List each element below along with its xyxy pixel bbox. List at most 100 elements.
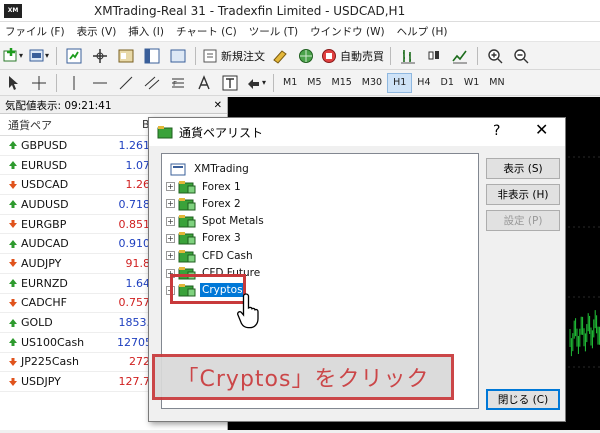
tester-icon (170, 49, 186, 62)
line-chart-button[interactable] (449, 46, 471, 66)
show-button[interactable]: 表示 (S) (486, 158, 560, 179)
trendline-button[interactable] (115, 73, 137, 93)
menu-insert[interactable]: 挿入 (I) (123, 24, 171, 39)
mouse-pointer-icon (237, 293, 259, 329)
channel-button[interactable] (141, 73, 163, 93)
menu-view[interactable]: 表示 (V) (72, 24, 124, 39)
toolbar-separator (56, 73, 57, 92)
menu-chart[interactable]: チャート (C) (171, 24, 244, 39)
column-bid[interactable]: B (120, 118, 150, 131)
fibonacci-button[interactable]: F (167, 73, 189, 93)
expand-plus-icon[interactable]: + (166, 251, 175, 261)
menu-file[interactable]: ファイル (F) (0, 24, 72, 39)
tree-root[interactable]: XMTrading (170, 160, 251, 177)
cursor-tool-button[interactable] (2, 73, 24, 93)
market-watch-icon (66, 48, 82, 63)
price-up-arrow-icon (9, 318, 17, 327)
channel-icon (144, 76, 160, 89)
new-chart-button[interactable]: ▾ (2, 46, 24, 66)
timeframe-d1[interactable]: D1 (436, 73, 459, 93)
close-button[interactable]: 閉じる (C) (486, 389, 560, 410)
menu-tools[interactable]: ツール (T) (244, 24, 305, 39)
market-watch-button[interactable] (63, 46, 85, 66)
symbol-name: CADCHF (21, 296, 67, 310)
candlestick-icon (428, 50, 439, 59)
toolbar-separator (56, 46, 57, 65)
label-tool-button[interactable] (219, 73, 241, 93)
expand-plus-icon[interactable]: + (166, 216, 175, 226)
trendline-icon (119, 76, 133, 89)
new-order-icon (203, 49, 217, 62)
profiles-button[interactable]: ▾ (28, 46, 50, 66)
tree-group-label: Forex 1 (202, 180, 241, 193)
timeframe-h4[interactable]: H4 (412, 73, 435, 93)
arrows-tool-button[interactable]: ▾ (245, 73, 267, 93)
crosshair-icon (32, 75, 46, 90)
instruction-annotation: 「Cryptos」をクリック (152, 354, 454, 400)
signals-button[interactable] (295, 46, 317, 66)
timeframe-w1[interactable]: W1 (459, 73, 484, 93)
globe-icon (299, 48, 313, 63)
expand-plus-icon[interactable]: + (166, 233, 175, 243)
tree-group-item[interactable]: + Spot Metals (166, 213, 266, 230)
timeframe-m15[interactable]: M15 (327, 73, 357, 93)
toolbar-separator (195, 46, 196, 65)
terminal-button[interactable] (141, 46, 163, 66)
strategy-tester-button[interactable] (167, 46, 189, 66)
price-up-arrow-icon (9, 239, 17, 248)
standard-toolbar: ▾ ▾ 新規注文 自動売買 (0, 42, 600, 70)
bar-chart-button[interactable] (397, 46, 419, 66)
menu-help[interactable]: ヘルプ (H) (392, 24, 455, 39)
symbol-name: US100Cash (21, 335, 85, 349)
vertical-line-icon (73, 75, 75, 90)
symbol-name: GBPUSD (21, 138, 68, 152)
price-down-arrow-icon (9, 180, 17, 189)
expand-plus-icon[interactable]: + (166, 182, 175, 191)
tree-group-item[interactable]: + Forex 3 (166, 230, 243, 247)
menu-window[interactable]: ウインドウ (W) (305, 24, 391, 39)
timeframe-m30[interactable]: M30 (357, 73, 387, 93)
vertical-line-button[interactable] (63, 73, 85, 93)
timeframe-m5[interactable]: M5 (302, 73, 326, 93)
navigator-button[interactable] (115, 46, 137, 66)
zoom-out-icon (514, 48, 529, 63)
crosshair-tool-button[interactable] (28, 73, 50, 93)
price-up-arrow-icon (9, 141, 17, 150)
menu-bar: ファイル (F) 表示 (V) 挿入 (I) チャート (C) ツール (T) … (0, 22, 600, 42)
text-a-icon (198, 74, 210, 89)
tree-group-item[interactable]: + Forex 2 (166, 195, 243, 212)
horizontal-line-icon (93, 82, 107, 83)
metaeditor-button[interactable] (269, 46, 291, 66)
market-watch-close-icon[interactable]: ✕ (214, 100, 222, 111)
settings-button[interactable]: 設定 (P) (486, 210, 560, 231)
price-up-arrow-icon (9, 200, 17, 209)
navigator-icon (118, 49, 134, 62)
timeframe-m1[interactable]: M1 (278, 73, 302, 93)
data-window-button[interactable] (89, 46, 111, 66)
timeframe-mn[interactable]: MN (484, 73, 509, 93)
tree-group-item[interactable]: + Forex 1 (166, 178, 243, 195)
zoom-out-button[interactable] (510, 46, 532, 66)
auto-trading-button[interactable]: 自動売買 (321, 46, 384, 66)
text-tool-button[interactable] (193, 73, 215, 93)
tree-group-item[interactable]: + CFD Cash (166, 247, 255, 264)
expand-plus-icon[interactable]: + (166, 199, 175, 209)
dialog-title: 通貨ペアリスト (179, 125, 264, 140)
symbol-name: USDJPY (21, 375, 61, 389)
zoom-in-button[interactable] (484, 46, 506, 66)
tree-group-label: Forex 2 (202, 197, 241, 210)
horizontal-line-button[interactable] (89, 73, 111, 93)
dialog-help-icon[interactable]: ? (493, 123, 500, 139)
hide-button[interactable]: 非表示 (H) (486, 184, 560, 205)
fibonacci-icon: F (172, 78, 184, 88)
auto-trading-label: 自動売買 (340, 49, 384, 63)
timeframe-h1[interactable]: H1 (387, 72, 413, 93)
candlestick-button[interactable] (423, 46, 445, 66)
symbol-name: EURGBP (21, 217, 67, 231)
new-order-button[interactable]: 新規注文 (202, 46, 265, 66)
dialog-close-icon[interactable]: ✕ (535, 120, 548, 139)
column-symbol[interactable]: 通貨ペア (0, 117, 120, 133)
auto-trading-icon (322, 48, 336, 63)
crosshair-move-icon (93, 48, 107, 63)
metaeditor-icon (273, 49, 287, 64)
